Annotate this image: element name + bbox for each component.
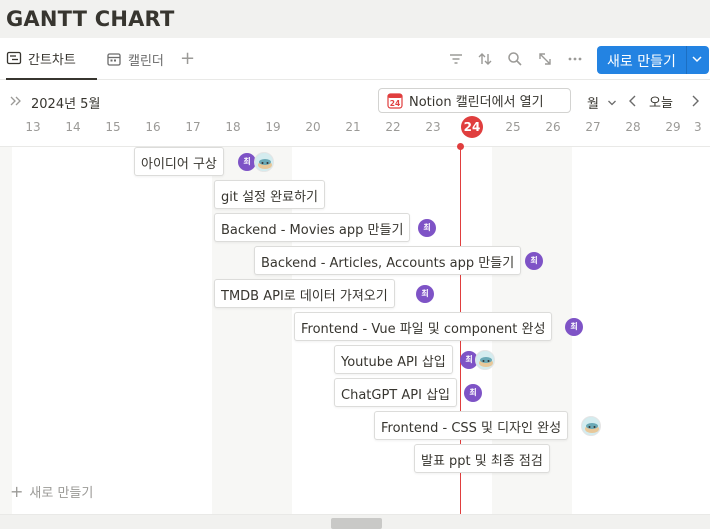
task-card[interactable]: 아이디어 구상: [134, 147, 224, 176]
tab-gantt-label: 간트차트: [28, 52, 76, 68]
day-label: 28: [625, 120, 641, 134]
horizontal-scrollbar[interactable]: [0, 514, 710, 529]
task-title: Frontend - Vue 파일 및 component 완성: [301, 322, 546, 337]
task-card[interactable]: Frontend - Vue 파일 및 component 완성: [294, 312, 553, 341]
tab-gantt[interactable]: 간트차트: [6, 38, 97, 80]
day-label: 22: [385, 120, 401, 134]
task-card[interactable]: ChatGPT API 삽입: [334, 378, 457, 407]
chevron-left-icon[interactable]: [627, 94, 639, 108]
avatar[interactable]: 최: [416, 285, 434, 303]
task-title: ChatGPT API 삽입: [341, 388, 450, 403]
task-card[interactable]: Backend - Articles, Accounts app 만들기: [254, 246, 522, 275]
day-label: 14: [65, 120, 81, 134]
task-title: Frontend - CSS 및 디자인 완성: [381, 421, 562, 436]
add-new-label: 새로 만들기: [29, 486, 94, 501]
new-button[interactable]: 새로 만들기: [597, 46, 709, 74]
day-label: 20: [305, 120, 321, 134]
day-label: 21: [345, 120, 361, 134]
task-title: Youtube API 삽입: [341, 355, 446, 370]
new-button-divider: [686, 46, 687, 74]
day-label: 27: [585, 120, 601, 134]
chevron-right-icon[interactable]: [689, 94, 701, 108]
weekend-column: [0, 147, 12, 515]
more-icon[interactable]: [566, 50, 584, 68]
avatar-photo[interactable]: [475, 350, 495, 370]
add-view-button[interactable]: +: [180, 48, 195, 69]
title-bar: GANTT CHART: [0, 0, 710, 38]
sort-icon[interactable]: [476, 50, 494, 68]
chevron-down-icon: [608, 100, 617, 106]
plus-icon: +: [10, 482, 24, 501]
scrollbar-thumb[interactable]: [331, 518, 382, 529]
task-title: Backend - Articles, Accounts app 만들기: [261, 256, 515, 271]
add-new-row[interactable]: + 새로 만들기: [10, 482, 93, 501]
avatar-photo[interactable]: [581, 416, 601, 436]
range-select-label: 월: [587, 97, 599, 112]
today-marker: [457, 143, 464, 150]
task-title: TMDB API로 데이터 가져오기: [221, 289, 388, 304]
task-card[interactable]: git 설정 완료하기: [214, 180, 325, 209]
new-button-label: 새로 만들기: [607, 54, 676, 70]
notion-calendar-icon-text: 24: [390, 99, 400, 108]
day-label: 25: [505, 120, 521, 134]
avatar[interactable]: 최: [525, 252, 543, 270]
expand-icon[interactable]: [536, 50, 554, 68]
current-month: 2024년 5월: [31, 97, 101, 112]
avatar[interactable]: 최: [565, 318, 583, 336]
task-card[interactable]: Frontend - CSS 및 디자인 완성: [374, 411, 569, 440]
today-button[interactable]: 오늘: [649, 92, 673, 111]
task-card[interactable]: 발표 ppt 및 최종 점검: [414, 444, 550, 473]
day-label: 13: [25, 120, 41, 134]
avatar[interactable]: 최: [418, 219, 436, 237]
day-label: 29: [665, 120, 681, 134]
day-label: 23: [425, 120, 441, 134]
day-label: 17: [185, 120, 201, 134]
task-card[interactable]: Youtube API 삽입: [334, 345, 453, 374]
day-label: 16: [145, 120, 161, 134]
tab-calendar[interactable]: 캘린더: [106, 38, 164, 80]
double-chevron-right-icon[interactable]: [9, 94, 23, 108]
task-card[interactable]: TMDB API로 데이터 가져오기: [214, 279, 395, 308]
notion-calendar-icon: 24: [387, 92, 403, 109]
day-label: 15: [105, 120, 121, 134]
avatar-photo[interactable]: [254, 152, 274, 172]
day-label: 3: [694, 120, 702, 134]
task-card[interactable]: Backend - Movies app 만들기: [214, 213, 411, 242]
task-title: 아이디어 구상: [141, 157, 217, 172]
tab-calendar-label: 캘린더: [128, 53, 164, 69]
search-icon[interactable]: [506, 50, 524, 68]
task-title: git 설정 완료하기: [221, 190, 318, 205]
open-notion-calendar-label: Notion 캘린더에서 열기: [409, 95, 544, 110]
timeline-icon: [6, 51, 22, 65]
filter-icon[interactable]: [447, 50, 465, 68]
range-select[interactable]: 월: [587, 93, 617, 112]
current-day-label: 24: [461, 116, 483, 138]
avatar[interactable]: 최: [464, 384, 482, 402]
chevron-down-icon[interactable]: [691, 53, 703, 65]
task-title: 발표 ppt 및 최종 점검: [421, 454, 543, 469]
day-label: 19: [265, 120, 281, 134]
calendar-icon: [107, 53, 121, 66]
day-label: 18: [225, 120, 241, 134]
open-notion-calendar-button[interactable]: 24 Notion 캘린더에서 열기: [378, 88, 571, 113]
task-title: Backend - Movies app 만들기: [221, 223, 404, 238]
day-label: 26: [545, 120, 561, 134]
page-title: GANTT CHART: [6, 7, 175, 31]
timeline-header: 2024년 5월 24 Notion 캘린더에서 열기 월 오늘: [0, 86, 710, 116]
